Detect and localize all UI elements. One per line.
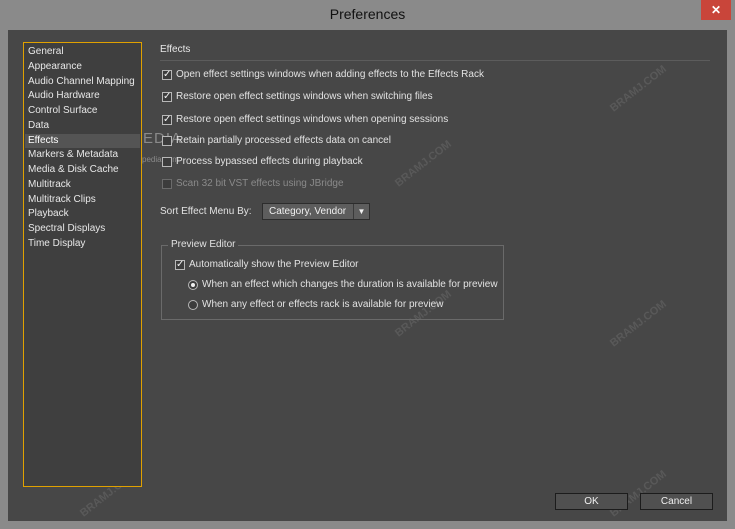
option-label: When an effect which changes the duratio… xyxy=(202,279,498,290)
sidebar-item-general[interactable]: General xyxy=(25,45,140,59)
sidebar-item-control-surface[interactable]: Control Surface xyxy=(25,104,140,118)
preview-editor-title: Preview Editor xyxy=(168,239,239,250)
radio-button[interactable] xyxy=(188,280,198,290)
sidebar-item-time-display[interactable]: Time Display xyxy=(25,237,140,251)
checkbox[interactable] xyxy=(162,136,172,146)
ok-button[interactable]: OK xyxy=(555,493,628,510)
sidebar-item-appearance[interactable]: Appearance xyxy=(25,60,140,74)
sort-menu-label: Sort Effect Menu By: xyxy=(160,206,252,217)
checkbox[interactable] xyxy=(162,157,172,167)
checkbox[interactable]: ✓ xyxy=(162,115,172,125)
option-label: Restore open effect settings windows whe… xyxy=(176,114,449,125)
watermark-text: BRAMJ.COM xyxy=(608,298,669,350)
watermark-text: BRAMJ.COM xyxy=(393,138,454,190)
sidebar-item-markers-metadata[interactable]: Markers & Metadata xyxy=(25,148,140,162)
sidebar-item-effects[interactable]: Effects xyxy=(25,134,140,148)
section-divider xyxy=(160,60,710,61)
cancel-button[interactable]: Cancel xyxy=(640,493,713,510)
option-label: Open effect settings windows when adding… xyxy=(176,69,484,80)
option-label: Process bypassed effects during playback xyxy=(176,156,363,167)
checkbox[interactable]: ✓ xyxy=(162,70,172,80)
sort-menu-select[interactable]: Category, Vendor ▼ xyxy=(262,203,370,220)
sidebar-item-multitrack[interactable]: Multitrack xyxy=(25,178,140,192)
watermark-text: BRAMJ.COM xyxy=(608,63,669,115)
chevron-down-icon: ▼ xyxy=(353,204,369,219)
option-label: When any effect or effects rack is avail… xyxy=(202,299,444,310)
option-label: Scan 32 bit VST effects using JBridge xyxy=(176,178,344,189)
sidebar-item-audio-channel-mapping[interactable]: Audio Channel Mapping xyxy=(25,75,140,89)
close-icon: ✕ xyxy=(710,3,722,17)
option-label: Retain partially processed effects data … xyxy=(176,135,391,146)
preferences-window: Preferences ✕ SOFTPEDIA www.softpedia.co… xyxy=(0,0,735,529)
sidebar-item-multitrack-clips[interactable]: Multitrack Clips xyxy=(25,193,140,207)
sidebar-item-spectral-displays[interactable]: Spectral Displays xyxy=(25,222,140,236)
radio-button[interactable] xyxy=(188,300,198,310)
title-bar[interactable]: Preferences ✕ xyxy=(0,0,735,30)
checkbox xyxy=(162,179,172,189)
checkbox[interactable]: ✓ xyxy=(162,92,172,102)
sidebar-item-media-disk-cache[interactable]: Media & Disk Cache xyxy=(25,163,140,177)
sidebar-item-data[interactable]: Data xyxy=(25,119,140,133)
dialog-body: SOFTPEDIA www.softpedia.com BRAMJ.COM BR… xyxy=(8,30,727,521)
sidebar-item-playback[interactable]: Playback xyxy=(25,207,140,221)
sort-menu-value: Category, Vendor xyxy=(269,206,347,217)
option-label: Restore open effect settings windows whe… xyxy=(176,91,433,102)
checkbox[interactable]: ✓ xyxy=(175,260,185,270)
option-label: Automatically show the Preview Editor xyxy=(189,259,359,270)
section-title: Effects xyxy=(160,44,191,55)
window-title: Preferences xyxy=(329,6,406,22)
category-list: General Appearance Audio Channel Mapping… xyxy=(23,42,142,487)
sidebar-item-audio-hardware[interactable]: Audio Hardware xyxy=(25,89,140,103)
close-button[interactable]: ✕ xyxy=(701,0,731,20)
